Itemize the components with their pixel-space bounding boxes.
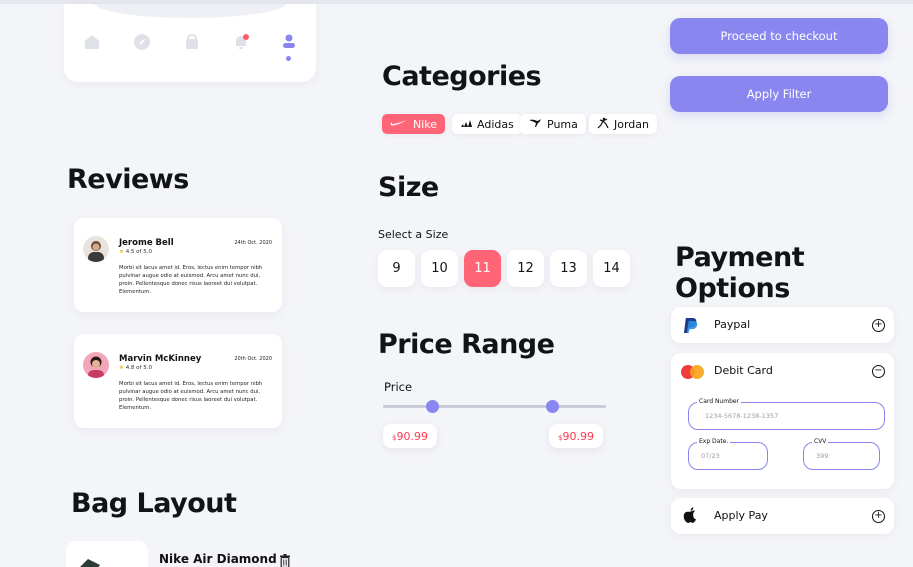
- payment-options-title: Payment Options: [675, 242, 805, 304]
- payment-option-paypal[interactable]: Paypal +: [671, 307, 894, 343]
- card-number-label: Card Number: [697, 398, 742, 405]
- cvv-placeholder: 399: [816, 452, 829, 460]
- category-chip-puma[interactable]: Puma: [520, 114, 586, 134]
- review-date: 24th Oct. 2020: [234, 240, 272, 246]
- bag-item-image: [66, 541, 148, 567]
- review-rating: ★ 4.5 of 5.0: [119, 249, 152, 255]
- nav-notch: [94, 4, 286, 18]
- compass-icon[interactable]: [132, 32, 152, 52]
- paypal-icon: [683, 317, 698, 338]
- price-min-value: $90.99: [383, 424, 437, 448]
- card-number-field[interactable]: Card Number 1234-5678-1238-1357: [688, 398, 885, 430]
- category-label: Nike: [413, 117, 438, 131]
- cvv-field[interactable]: CVV 399: [803, 438, 880, 470]
- category-label: Puma: [547, 117, 578, 131]
- collapse-minus-icon[interactable]: −: [872, 365, 885, 378]
- paypal-label: Paypal: [714, 318, 751, 331]
- star-icon: ★: [119, 249, 124, 255]
- review-rating: ★ 4.8 of 5.0: [119, 365, 152, 371]
- apply-filter-button[interactable]: Apply Filter: [670, 76, 888, 112]
- size-subtitle: Select a Size: [378, 228, 449, 241]
- bag-title: Bag Layout: [71, 488, 237, 519]
- nike-logo-icon: [390, 119, 408, 130]
- size-option-9[interactable]: 9: [378, 250, 415, 287]
- bottom-nav-bar: [64, 4, 316, 82]
- trash-icon[interactable]: [279, 553, 291, 567]
- apple-pay-label: Apply Pay: [714, 509, 768, 522]
- mastercard-icon: [680, 364, 706, 384]
- apple-icon: [683, 507, 698, 528]
- size-option-13[interactable]: 13: [550, 250, 587, 287]
- price-slider-min-handle[interactable]: [425, 400, 439, 413]
- expand-plus-icon[interactable]: +: [872, 319, 885, 332]
- price-slider-track[interactable]: [383, 405, 606, 408]
- size-option-14[interactable]: 14: [593, 250, 630, 287]
- adidas-logo-icon: [460, 119, 472, 130]
- size-option-11[interactable]: 11: [464, 250, 501, 287]
- category-chip-nike[interactable]: Nike: [382, 114, 446, 134]
- reviewer-name: Marvin McKinney: [119, 354, 202, 364]
- star-icon: ★: [119, 365, 124, 371]
- category-label: Adidas: [477, 117, 514, 131]
- price-max-value: $90.99: [549, 424, 603, 448]
- avatar: [83, 352, 109, 378]
- exp-date-label: Exp Date.: [697, 438, 731, 445]
- size-option-12[interactable]: 12: [507, 250, 544, 287]
- categories-title: Categories: [382, 61, 542, 92]
- exp-date-field[interactable]: Exp Date. 07/23: [688, 438, 768, 470]
- payment-option-debit-card[interactable]: Debit Card − Card Number 1234-5678-1238-…: [671, 353, 894, 489]
- home-icon[interactable]: [82, 32, 102, 52]
- notification-dot: [243, 34, 249, 40]
- bag-item-name: Nike Air Diamond: [159, 552, 277, 566]
- shoe-icon: [80, 559, 100, 567]
- review-card: Jerome Bell 24th Oct. 2020 ★ 4.5 of 5.0 …: [74, 218, 282, 312]
- review-text: Morbi sit lacus amet id. Eros, lectus en…: [119, 381, 263, 411]
- category-chip-adidas[interactable]: Adidas: [452, 114, 522, 134]
- puma-logo-icon: [528, 118, 542, 131]
- price-label: Price: [384, 380, 413, 394]
- size-title: Size: [378, 172, 439, 203]
- user-icon[interactable]: [279, 32, 299, 52]
- exp-date-placeholder: 07/23: [701, 452, 720, 460]
- cvv-label: CVV: [812, 438, 829, 445]
- price-range-title: Price Range: [378, 329, 555, 360]
- avatar: [83, 236, 109, 262]
- expand-plus-icon[interactable]: +: [872, 510, 885, 523]
- review-text: Morbi sit lacus amet id. Eros, lectus en…: [119, 265, 263, 295]
- review-date: 20th Oct. 2020: [234, 356, 272, 362]
- jordan-logo-icon: [597, 117, 609, 132]
- card-number-placeholder: 1234-5678-1238-1357: [705, 412, 779, 420]
- reviews-title: Reviews: [67, 164, 189, 195]
- debit-card-label: Debit Card: [714, 364, 773, 377]
- proceed-to-checkout-button[interactable]: Proceed to checkout: [670, 18, 888, 54]
- payment-option-apple-pay[interactable]: Apply Pay +: [671, 498, 894, 534]
- size-option-10[interactable]: 10: [421, 250, 458, 287]
- active-indicator: [286, 56, 291, 61]
- category-label: Jordan: [614, 117, 649, 131]
- category-chip-jordan[interactable]: Jordan: [589, 114, 657, 134]
- review-card: Marvin McKinney 20th Oct. 2020 ★ 4.8 of …: [74, 334, 282, 428]
- price-slider-max-handle[interactable]: [545, 400, 559, 413]
- reviewer-name: Jerome Bell: [119, 238, 174, 248]
- bag-icon[interactable]: [182, 32, 202, 52]
